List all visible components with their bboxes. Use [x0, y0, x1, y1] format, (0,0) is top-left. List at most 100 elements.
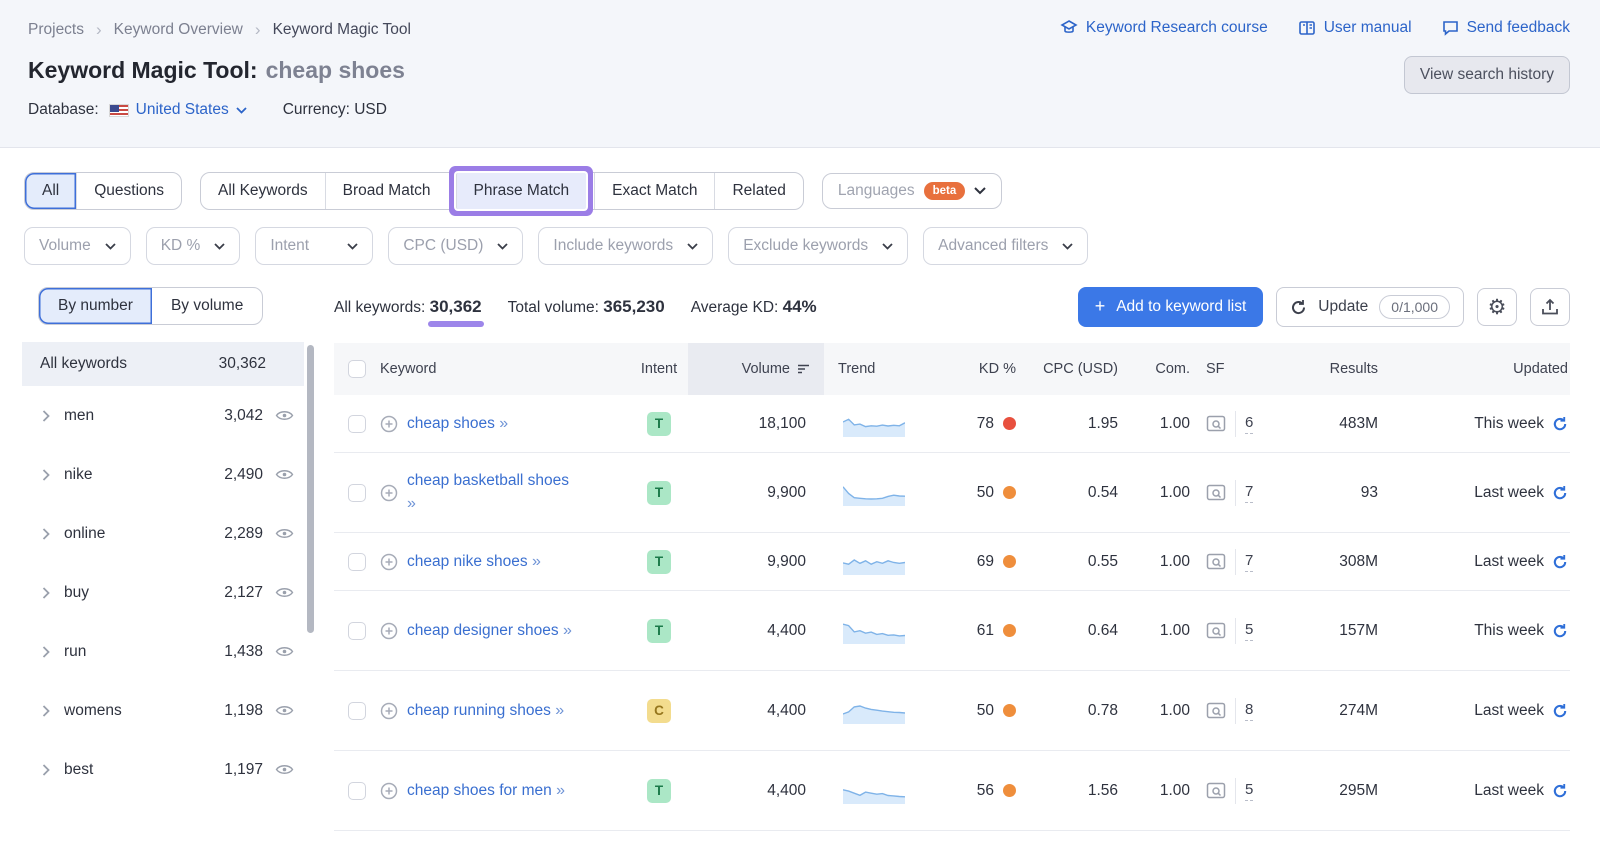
- row-checkbox[interactable]: [348, 484, 366, 502]
- filter-intent[interactable]: Intent: [255, 227, 373, 265]
- refresh-row-icon[interactable]: [1552, 623, 1568, 639]
- serp-preview-icon[interactable]: [1206, 622, 1226, 639]
- sidebar-item-buy[interactable]: buy 2,127: [22, 563, 304, 622]
- add-keyword-icon[interactable]: [380, 702, 398, 720]
- serp-preview-icon[interactable]: [1206, 702, 1226, 719]
- filter-advanced[interactable]: Advanced filters: [923, 227, 1088, 265]
- refresh-row-icon[interactable]: [1552, 485, 1568, 501]
- expand-keyword-icon[interactable]: [532, 553, 542, 570]
- eye-icon[interactable]: [275, 468, 294, 481]
- sidebar-item-men[interactable]: men 3,042: [22, 386, 304, 445]
- sf-count[interactable]: 8: [1245, 701, 1253, 721]
- keyword-link[interactable]: cheap nike shoes: [407, 553, 528, 570]
- tab-all[interactable]: All: [25, 173, 76, 209]
- serp-preview-icon[interactable]: [1206, 484, 1226, 501]
- row-checkbox[interactable]: [348, 415, 366, 433]
- eye-icon[interactable]: [275, 704, 294, 717]
- chevron-right-icon[interactable]: [42, 587, 50, 599]
- send-feedback-link[interactable]: Send feedback: [1442, 19, 1570, 37]
- keyword-link[interactable]: cheap shoes for men: [407, 782, 552, 799]
- eye-icon[interactable]: [275, 586, 294, 599]
- settings-button[interactable]: ⚙: [1477, 288, 1517, 326]
- expand-keyword-icon[interactable]: [407, 495, 417, 512]
- sf-count[interactable]: 5: [1245, 621, 1253, 641]
- header-sf[interactable]: SF: [1190, 361, 1278, 377]
- sf-count[interactable]: 5: [1245, 781, 1253, 801]
- database-selector[interactable]: United States: [109, 101, 247, 119]
- keyword-link[interactable]: cheap shoes: [407, 415, 495, 432]
- eye-icon[interactable]: [275, 763, 294, 776]
- tab-phrase-match[interactable]: Phrase Match: [456, 173, 587, 209]
- serp-preview-icon[interactable]: [1206, 415, 1226, 432]
- eye-icon[interactable]: [275, 409, 294, 422]
- toggle-by-volume[interactable]: By volume: [152, 288, 262, 324]
- export-button[interactable]: [1530, 288, 1570, 326]
- refresh-row-icon[interactable]: [1552, 783, 1568, 799]
- eye-icon[interactable]: [275, 527, 294, 540]
- refresh-row-icon[interactable]: [1552, 416, 1568, 432]
- row-checkbox[interactable]: [348, 702, 366, 720]
- keyword-research-course-link[interactable]: Keyword Research course: [1060, 19, 1268, 37]
- toggle-by-number[interactable]: By number: [39, 288, 152, 324]
- add-keyword-icon[interactable]: [380, 484, 398, 502]
- filter-include-keywords[interactable]: Include keywords: [538, 227, 713, 265]
- chevron-right-icon[interactable]: [42, 764, 50, 776]
- header-updated[interactable]: Updated: [1378, 361, 1570, 377]
- header-cpc[interactable]: CPC (USD): [1016, 361, 1118, 377]
- tab-all-keywords[interactable]: All Keywords: [201, 173, 325, 209]
- tab-related[interactable]: Related: [714, 173, 802, 209]
- add-keyword-icon[interactable]: [380, 415, 398, 433]
- keyword-link[interactable]: cheap running shoes: [407, 702, 551, 719]
- expand-keyword-icon[interactable]: [499, 415, 509, 432]
- select-all-checkbox[interactable]: [348, 360, 366, 378]
- tab-exact-match[interactable]: Exact Match: [594, 173, 714, 209]
- sidebar-item-online[interactable]: online 2,289: [22, 504, 304, 563]
- header-kd[interactable]: KD %: [924, 361, 1016, 377]
- header-volume[interactable]: Volume: [688, 343, 824, 395]
- filter-cpc[interactable]: CPC (USD): [388, 227, 523, 265]
- breadcrumb-keyword-overview[interactable]: Keyword Overview: [114, 21, 243, 39]
- add-keyword-icon[interactable]: [380, 553, 398, 571]
- breadcrumb-projects[interactable]: Projects: [28, 21, 84, 39]
- sidebar-item-run[interactable]: run 1,438: [22, 622, 304, 681]
- view-search-history-button[interactable]: View search history: [1404, 56, 1570, 94]
- tab-questions[interactable]: Questions: [76, 173, 181, 209]
- sidebar-item-all-keywords[interactable]: All keywords 30,362: [22, 342, 304, 386]
- header-com[interactable]: Com.: [1118, 361, 1190, 377]
- row-checkbox[interactable]: [348, 553, 366, 571]
- expand-keyword-icon[interactable]: [555, 702, 565, 719]
- add-keyword-icon[interactable]: [380, 622, 398, 640]
- row-checkbox[interactable]: [348, 622, 366, 640]
- chevron-right-icon[interactable]: [42, 469, 50, 481]
- update-button[interactable]: Update 0/1,000: [1276, 287, 1464, 327]
- header-intent[interactable]: Intent: [630, 361, 688, 377]
- sf-count[interactable]: 7: [1245, 483, 1253, 503]
- expand-keyword-icon[interactable]: [563, 622, 573, 639]
- user-manual-link[interactable]: User manual: [1298, 19, 1412, 37]
- chevron-right-icon[interactable]: [42, 646, 50, 658]
- chevron-right-icon[interactable]: [42, 705, 50, 717]
- header-keyword[interactable]: Keyword: [380, 361, 630, 377]
- refresh-row-icon[interactable]: [1552, 554, 1568, 570]
- sidebar-item-nike[interactable]: nike 2,490: [22, 445, 304, 504]
- keyword-link[interactable]: cheap basketball shoes: [407, 472, 569, 489]
- chevron-right-icon[interactable]: [42, 528, 50, 540]
- filter-kd[interactable]: KD %: [146, 227, 241, 265]
- sidebar-item-best[interactable]: best 1,197: [22, 740, 304, 799]
- eye-icon[interactable]: [275, 645, 294, 658]
- refresh-row-icon[interactable]: [1552, 703, 1568, 719]
- filter-exclude-keywords[interactable]: Exclude keywords: [728, 227, 908, 265]
- serp-preview-icon[interactable]: [1206, 553, 1226, 570]
- header-trend[interactable]: Trend: [824, 361, 924, 377]
- add-keyword-icon[interactable]: [380, 782, 398, 800]
- sidebar-item-womens[interactable]: womens 1,198: [22, 681, 304, 740]
- chevron-right-icon[interactable]: [42, 410, 50, 422]
- add-to-keyword-list-button[interactable]: Add to keyword list: [1078, 287, 1264, 327]
- filter-volume[interactable]: Volume: [24, 227, 131, 265]
- languages-dropdown[interactable]: Languages beta: [822, 173, 1002, 209]
- keyword-link[interactable]: cheap designer shoes: [407, 622, 559, 639]
- serp-preview-icon[interactable]: [1206, 782, 1226, 799]
- header-results[interactable]: Results: [1278, 361, 1378, 377]
- row-checkbox[interactable]: [348, 782, 366, 800]
- sf-count[interactable]: 6: [1245, 414, 1253, 434]
